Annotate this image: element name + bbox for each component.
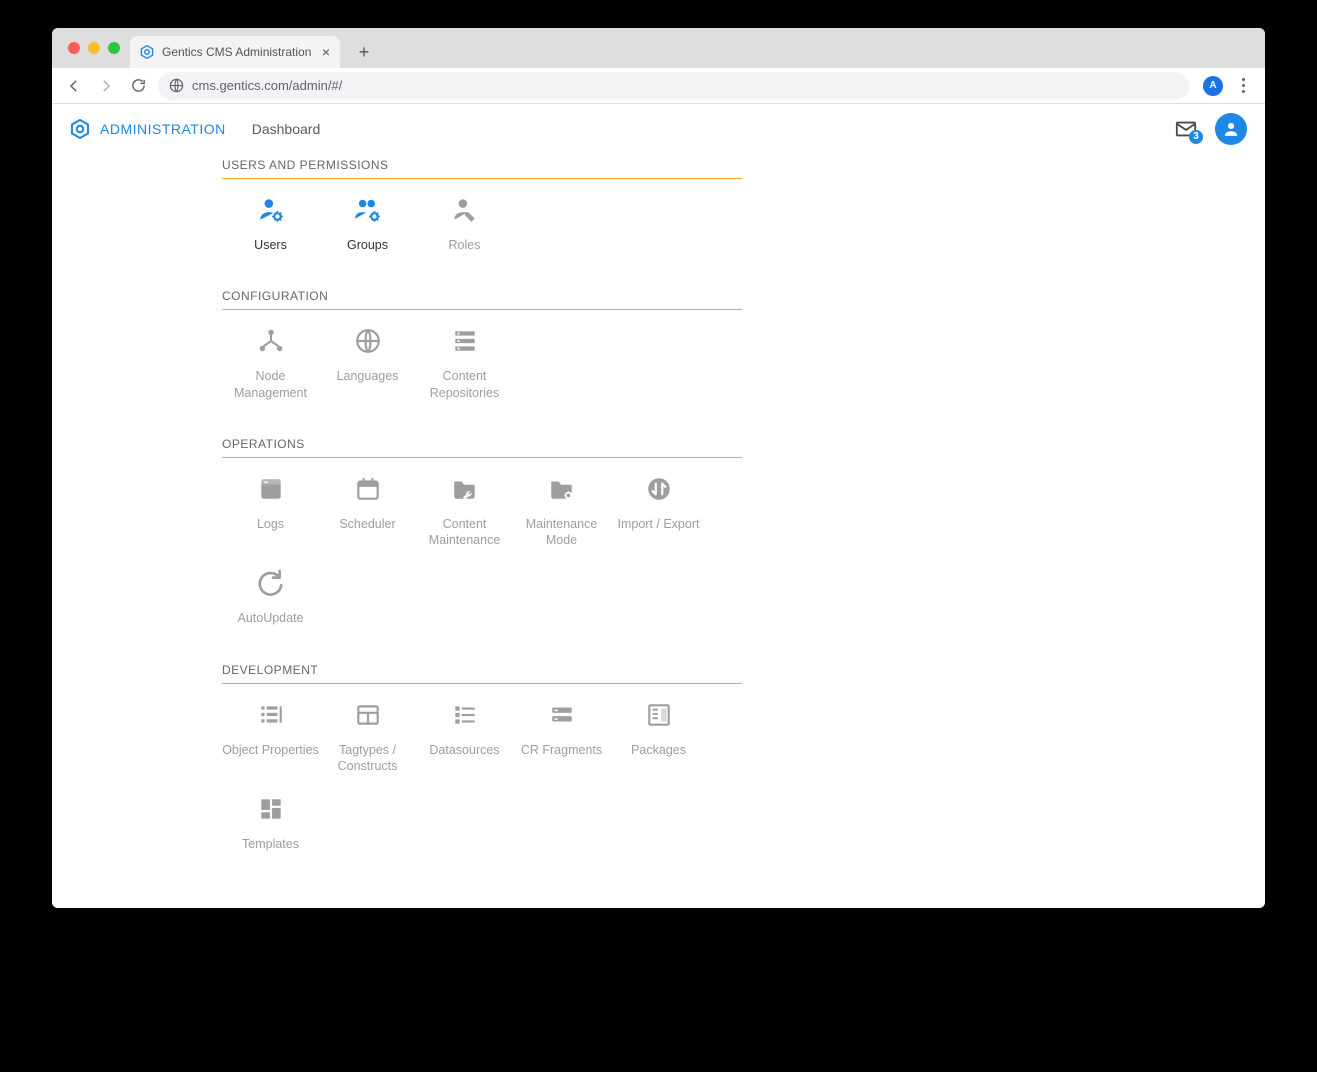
browser-profile-button[interactable]: A — [1203, 76, 1223, 96]
nav-reload-button[interactable] — [126, 74, 150, 98]
tile-node-management[interactable]: Node Management — [222, 324, 319, 401]
tile-label: Packages — [631, 742, 686, 758]
window-minimize-icon[interactable] — [88, 42, 100, 54]
breadcrumb: Dashboard — [252, 121, 321, 137]
folder-gear-icon — [548, 472, 576, 506]
tile-label: Logs — [257, 516, 284, 532]
user-gear-icon — [257, 193, 285, 227]
folder-wrench-icon — [451, 472, 479, 506]
user-avatar-button[interactable] — [1215, 113, 1247, 145]
list-icon — [451, 698, 479, 732]
tile-label: Tagtypes / Constructs — [319, 742, 416, 775]
tile-label: Scheduler — [339, 516, 395, 532]
browser-toolbar: cms.gentics.com/admin/#/ A — [52, 68, 1265, 104]
url-bar[interactable]: cms.gentics.com/admin/#/ — [158, 72, 1189, 100]
tile-label: Maintenance Mode — [513, 516, 610, 549]
nav-back-button[interactable] — [62, 74, 86, 98]
tile-label: Users — [254, 237, 287, 253]
inbox-button[interactable]: 3 — [1173, 116, 1199, 142]
tile-label: Datasources — [429, 742, 499, 758]
dashboard-icon — [257, 792, 285, 826]
window-zoom-icon[interactable] — [108, 42, 120, 54]
app-header: ADMINISTRATION Dashboard 3 — [52, 104, 1265, 154]
tab-favicon-icon — [140, 45, 154, 59]
browser-tab[interactable]: Gentics CMS Administration U × — [130, 36, 340, 68]
profile-initial: A — [1209, 80, 1216, 91]
tile-packages[interactable]: Packages — [610, 698, 707, 775]
section-tiles-development: Object PropertiesTagtypes / Constructs Da… — [222, 684, 742, 871]
tile-label: Import / Export — [618, 516, 700, 532]
tile-label: CR Fragments — [521, 742, 602, 758]
web-grid-icon — [354, 698, 382, 732]
tile-groups[interactable]: Groups — [319, 193, 416, 253]
tile-label: Groups — [347, 237, 388, 253]
browser-menu-button[interactable] — [1231, 78, 1255, 93]
globe-icon — [354, 324, 382, 358]
section-title-users-and-permissions: USERS AND PERMISSIONS — [222, 158, 742, 179]
tile-content-repositories[interactable]: Content Repositories — [416, 324, 513, 401]
package-icon — [645, 698, 673, 732]
section-tiles-configuration: Node Management Languages Content Reposito… — [222, 310, 742, 419]
nav-forward-button[interactable] — [94, 74, 118, 98]
rows-icon — [548, 698, 576, 732]
tile-maintenance-mode[interactable]: Maintenance Mode — [513, 472, 610, 549]
brand-logo-icon — [70, 119, 90, 139]
tile-label: Content Repositories — [416, 368, 513, 401]
browser-tab-strip: Gentics CMS Administration U × + — [52, 28, 1265, 68]
new-tab-button[interactable]: + — [350, 38, 378, 66]
calendar-icon — [354, 472, 382, 506]
web-icon — [257, 472, 285, 506]
tile-users[interactable]: Users — [222, 193, 319, 253]
tile-logs[interactable]: Logs — [222, 472, 319, 549]
app-viewport: ADMINISTRATION Dashboard 3 USERS AND PER… — [52, 104, 1265, 908]
site-info-icon[interactable] — [168, 78, 184, 94]
section-tiles-operations: Logs Scheduler Content MaintenanceMaintena… — [222, 458, 742, 645]
tile-label: AutoUpdate — [237, 610, 303, 626]
tile-label: Object Properties — [222, 742, 319, 758]
tile-label: Templates — [242, 836, 299, 852]
tile-cr-fragments[interactable]: CR Fragments — [513, 698, 610, 775]
tile-languages[interactable]: Languages — [319, 324, 416, 401]
node-icon — [257, 324, 285, 358]
tile-object-properties[interactable]: Object Properties — [222, 698, 319, 775]
tile-import-export[interactable]: Import / Export — [610, 472, 707, 549]
browser-window: Gentics CMS Administration U × + cms.gen… — [52, 28, 1265, 908]
list-split-icon — [257, 698, 285, 732]
section-title-configuration: CONFIGURATION — [222, 289, 742, 310]
refresh-icon — [257, 566, 285, 600]
dashboard-grid: USERS AND PERMISSIONS Users Groups Roles CON… — [222, 158, 742, 900]
brand-label: ADMINISTRATION — [100, 121, 226, 137]
tab-close-icon[interactable]: × — [322, 45, 330, 59]
tile-roles[interactable]: Roles — [416, 193, 513, 253]
section-title-development: DEVELOPMENT — [222, 663, 742, 684]
app-brand[interactable]: ADMINISTRATION — [70, 119, 226, 139]
window-close-icon[interactable] — [68, 42, 80, 54]
tile-label: Roles — [449, 237, 481, 253]
tile-templates[interactable]: Templates — [222, 792, 319, 852]
tile-label: Languages — [337, 368, 399, 384]
users-gear-icon — [354, 193, 382, 227]
tile-scheduler[interactable]: Scheduler — [319, 472, 416, 549]
tile-label: Node Management — [222, 368, 319, 401]
storage-icon — [451, 324, 479, 358]
window-controls[interactable] — [62, 28, 130, 68]
tile-label: Content Maintenance — [416, 516, 513, 549]
swap-circle-icon — [645, 472, 673, 506]
tile-tagtypes-constructs[interactable]: Tagtypes / Constructs — [319, 698, 416, 775]
tile-content-maintenance[interactable]: Content Maintenance — [416, 472, 513, 549]
url-text: cms.gentics.com/admin/#/ — [192, 78, 342, 93]
user-tag-icon — [451, 193, 479, 227]
tile-datasources[interactable]: Datasources — [416, 698, 513, 775]
section-tiles-users-and-permissions: Users Groups Roles — [222, 179, 742, 271]
tab-title: Gentics CMS Administration U — [162, 45, 314, 59]
section-title-operations: OPERATIONS — [222, 437, 742, 458]
tile-autoupdate[interactable]: AutoUpdate — [222, 566, 319, 626]
inbox-badge: 3 — [1189, 130, 1203, 144]
